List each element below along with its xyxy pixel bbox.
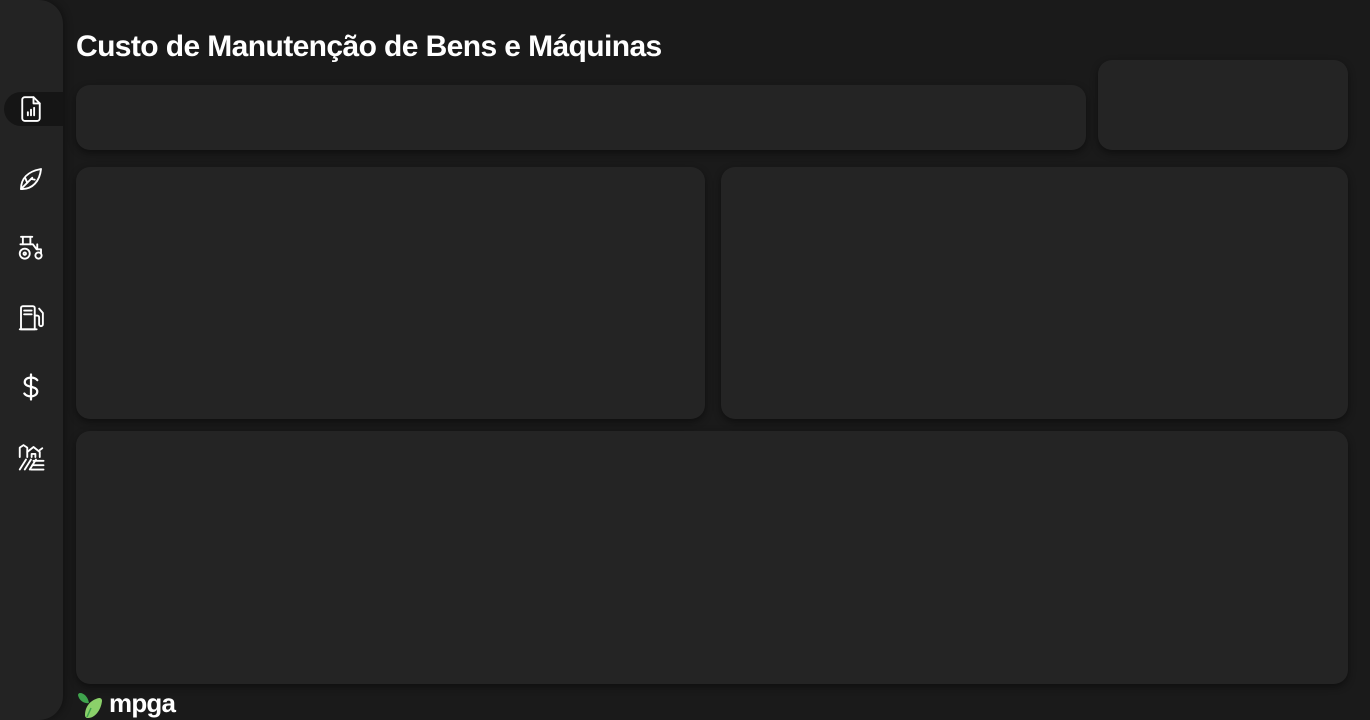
kpi-card — [1098, 60, 1348, 150]
sidebar-item-fuel[interactable] — [4, 301, 63, 335]
brand-name: mpga — [109, 688, 176, 718]
leaf-icon — [19, 168, 42, 190]
farm-icon — [18, 444, 44, 471]
chart-panel-right — [721, 167, 1348, 419]
mpga-logo-icon — [78, 693, 102, 718]
filter-bar[interactable] — [76, 85, 1086, 150]
brand-logo: mpga — [76, 688, 176, 720]
fuel-pump-icon — [18, 305, 44, 331]
sidebar-item-crops[interactable] — [4, 162, 63, 196]
sidebar-item-finance[interactable] — [4, 370, 63, 404]
report-chart-icon — [20, 96, 41, 122]
chart-panel-bottom — [76, 431, 1348, 684]
tractor-icon — [18, 235, 43, 260]
sidebar-item-report[interactable] — [4, 92, 63, 126]
sidebar — [0, 0, 63, 720]
chart-panel-left — [76, 167, 705, 419]
sidebar-item-machines[interactable] — [4, 231, 63, 265]
app-root: Custo de Manutenção de Bens e Máquinas m… — [0, 0, 1370, 720]
page-title: Custo de Manutenção de Bens e Máquinas — [76, 30, 662, 63]
dollar-icon — [22, 373, 38, 401]
sidebar-item-farm[interactable] — [4, 440, 63, 474]
